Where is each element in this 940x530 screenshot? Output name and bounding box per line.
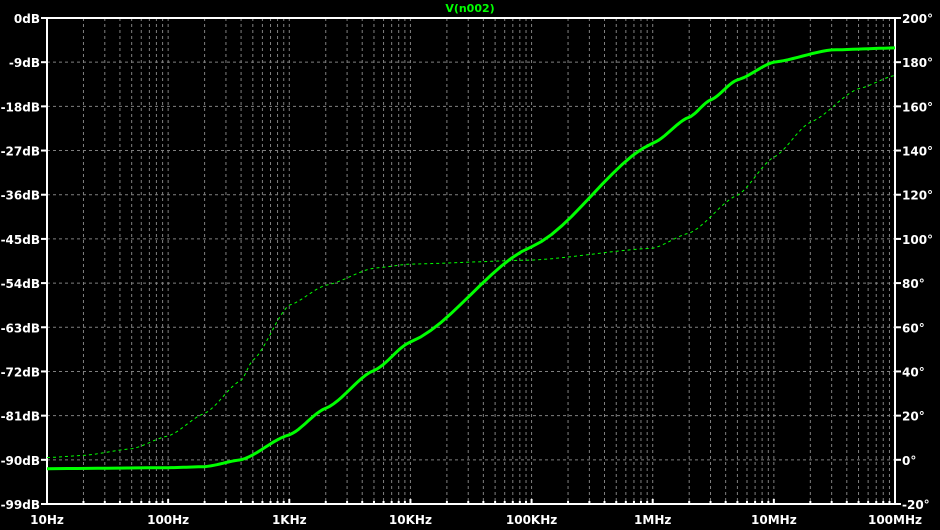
x-tick-label: 100Hz [147,513,189,527]
y-left-tick-label: -90dB [1,454,40,468]
grid [47,18,895,504]
chart-title[interactable]: V(n002) [445,2,494,15]
y-right-tick-label: 180° [902,56,933,70]
y-right-tick-label: 40° [902,365,925,379]
x-tick-label: 10KHz [389,513,432,527]
y-right-tick-label: 80° [902,277,925,291]
y-left-tick-label: -63dB [1,321,40,335]
y-left-tick-label: -18dB [1,100,40,114]
y-right-tick-label: 160° [902,100,933,114]
y-left-tick-label: -45dB [1,233,40,247]
y-right-tick-label: 120° [902,189,933,203]
y-left-tick-label: -81dB [1,410,40,424]
y-right-tick-label: 200° [902,12,933,26]
phase-trace [46,74,896,459]
x-tick-label: 10MHz [751,513,797,527]
y-left-tick-label: -9dB [9,56,40,70]
y-left-tick-label: 0dB [14,12,40,26]
y-left-tick-label: -27dB [1,145,40,159]
x-tick-label: 1KHz [272,513,307,527]
y-left-tick-label: -54dB [1,277,40,291]
y-right-tick-label: 20° [902,410,925,424]
plot-frame [46,17,896,505]
x-tick-label: 100KHz [506,513,557,527]
x-tick-label: 1MHz [634,513,671,527]
y-left-tick-label: -99dB [1,498,40,512]
bode-plot[interactable]: V(n002) 0dB -9dB -18dB -27dB -36dB -45dB -54dB… [0,0,940,530]
x-tick-label: 100MHz [868,513,922,527]
y-right-tick-label: 0° [902,454,916,468]
y-left-tick-label: -36dB [1,189,40,203]
y-right-tick-label: 100° [902,233,933,247]
y-right-tick-label: 60° [902,321,925,335]
x-tick-label: 10Hz [30,513,64,527]
axes: 0dB -9dB -18dB -27dB -36dB -45dB -54dB -63dB -72… [1,12,933,527]
y-left-tick-label: -72dB [1,365,40,379]
magnitude-trace [46,46,896,471]
y-right-tick-label: 140° [902,145,933,159]
y-right-tick-label: -20° [902,498,930,512]
